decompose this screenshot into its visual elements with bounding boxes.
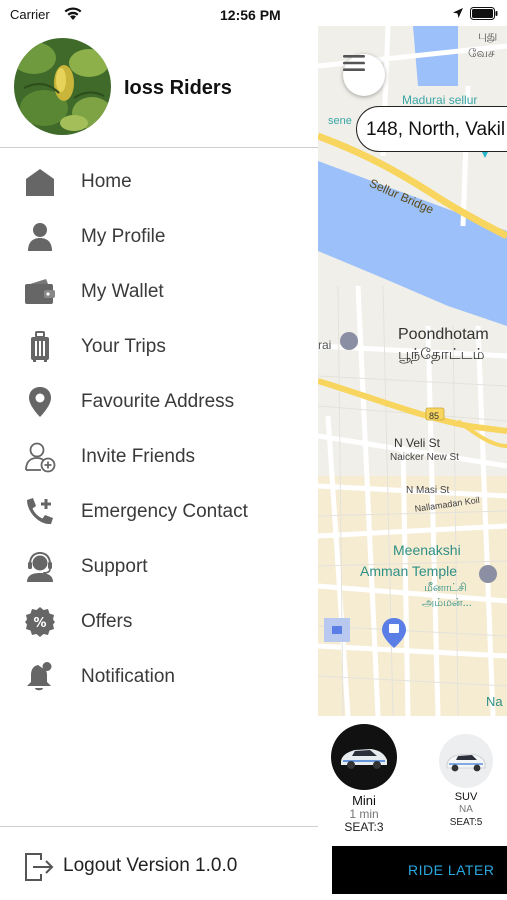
location-arrow-icon — [452, 6, 464, 24]
headset-icon — [24, 551, 56, 583]
status-bar-right — [318, 0, 507, 26]
menu-item-label: Notification — [81, 666, 175, 687]
map-label: Poondhotam — [398, 326, 489, 343]
battery-icon — [470, 7, 498, 25]
menu-item-home[interactable]: Home — [0, 154, 318, 209]
drawer-menu: Home My Profile My Wallet Your Trips Fav… — [0, 154, 318, 704]
map-label: புது — [478, 28, 498, 42]
percent-badge-icon: % — [24, 606, 56, 638]
vehicle-seats: SEAT:5 — [449, 817, 483, 828]
vehicle-name: SUV — [454, 791, 478, 803]
vehicle-eta: NA — [459, 804, 473, 815]
menu-item-label: Support — [81, 556, 148, 577]
location-pin-icon — [24, 386, 56, 418]
user-icon — [24, 221, 56, 253]
menu-item-support[interactable]: Support — [0, 539, 318, 594]
map-label: Meenakshi — [393, 542, 461, 558]
menu-item-label: My Profile — [81, 226, 166, 247]
map-label: Madurai sellur — [402, 93, 478, 107]
map-label: rai — [318, 338, 332, 352]
pickup-address-text: 148, North, Vakil — [366, 119, 506, 140]
wifi-icon — [63, 6, 83, 24]
menu-item-label: Favourite Address — [81, 391, 235, 412]
menu-item-label: Emergency Contact — [81, 501, 248, 522]
map-label: Naicker New St — [390, 452, 459, 463]
map-label: மீனாட்சி — [424, 582, 467, 594]
vehicle-seats: SEAT:3 — [344, 820, 384, 834]
ride-later-label: RIDE LATER — [408, 862, 495, 878]
svg-text:%: % — [33, 616, 46, 631]
map-label: Amman Temple — [360, 563, 458, 579]
map-label: அம்மன்... — [422, 597, 472, 609]
logout-icon[interactable] — [24, 851, 54, 883]
user-name: Ioss Riders — [124, 77, 232, 99]
menu-item-label: Invite Friends — [81, 446, 196, 467]
menu-toggle-button[interactable] — [343, 54, 385, 96]
menu-item-my-profile[interactable]: My Profile — [0, 209, 318, 264]
ride-later-button[interactable]: RIDE LATER — [332, 846, 507, 894]
luggage-icon — [24, 331, 56, 363]
menu-item-offers[interactable]: % Offers — [0, 594, 318, 649]
menu-item-emergency-contact[interactable]: Emergency Contact — [0, 484, 318, 539]
phone-plus-icon — [24, 496, 56, 528]
car-mini-icon — [331, 724, 397, 790]
map-label: Na — [486, 694, 503, 709]
avatar[interactable] — [14, 38, 111, 135]
add-user-icon — [24, 441, 56, 473]
carrier-label: Carrier — [10, 7, 50, 22]
bell-icon — [24, 661, 56, 693]
vehicle-name: Mini — [352, 793, 376, 808]
map-label: 85 — [429, 411, 440, 421]
menu-item-favourite-address[interactable]: Favourite Address — [0, 374, 318, 429]
clock: 12:56 PM — [220, 7, 281, 23]
map-label: N Masi St — [406, 485, 450, 496]
menu-item-label: My Wallet — [81, 281, 164, 302]
wallet-icon — [24, 276, 56, 308]
map-label: வேச — [468, 46, 495, 60]
car-suv-icon — [439, 734, 493, 788]
status-bar: Carrier 12:56 PM — [8, 6, 318, 24]
vehicle-option-suv[interactable]: SUV NA SEAT:5 — [436, 734, 496, 829]
map-screen: Madurai sellur sene புது வேச Sellur Brid… — [318, 0, 507, 900]
home-icon — [24, 166, 56, 198]
drawer-footer: Logout Version 1.0.0 — [0, 826, 318, 900]
menu-item-notification[interactable]: Notification — [0, 649, 318, 704]
navigation-drawer: Carrier 12:56 PM Ioss Riders Home My Pro… — [0, 0, 318, 900]
map-label: sene — [328, 115, 352, 127]
map-label: N Veli St — [394, 436, 441, 450]
logout-button[interactable]: Logout Version 1.0.0 — [63, 855, 237, 877]
vehicle-selector: Mini 1 min SEAT:3 SUV NA SEAT:5 — [318, 716, 507, 846]
menu-item-label: Home — [81, 171, 132, 192]
map-label: பூந்தோட்டம் — [398, 346, 485, 363]
menu-item-label: Offers — [81, 611, 133, 632]
menu-item-invite-friends[interactable]: Invite Friends — [0, 429, 318, 484]
menu-item-your-trips[interactable]: Your Trips — [0, 319, 318, 374]
pickup-address-field[interactable]: 148, North, Vakil — [356, 106, 507, 152]
vehicle-option-mini[interactable]: Mini 1 min SEAT:3 — [330, 724, 398, 834]
menu-item-my-wallet[interactable]: My Wallet — [0, 264, 318, 319]
profile-header[interactable]: Ioss Riders — [0, 30, 318, 148]
map-view[interactable]: Madurai sellur sene புது வேச Sellur Brid… — [318, 26, 507, 716]
menu-item-label: Your Trips — [81, 336, 166, 357]
